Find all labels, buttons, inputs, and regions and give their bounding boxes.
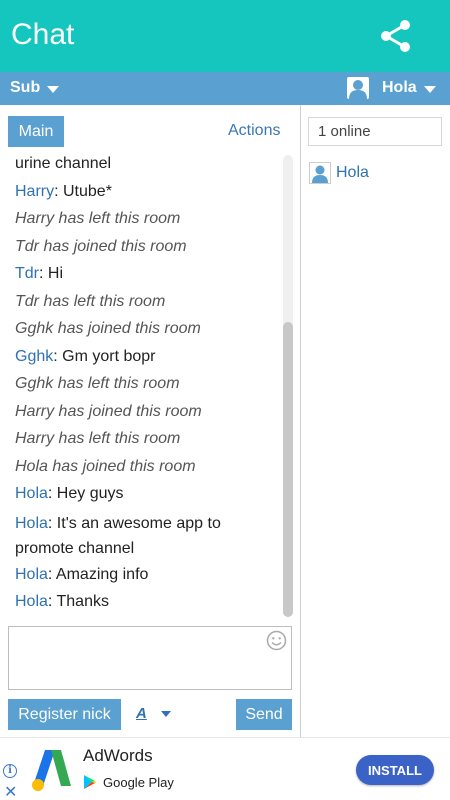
chat-message: Hola: Amazing info xyxy=(15,561,277,589)
user-icon xyxy=(312,165,328,183)
chevron-down-icon xyxy=(160,710,171,717)
app-title: Chat xyxy=(11,18,75,51)
google-play-label: Google Play xyxy=(83,774,174,790)
chevron-down-icon xyxy=(47,85,60,93)
ad-banner[interactable]: i ✕ AdWords Google Play INSTALL xyxy=(0,737,450,800)
message-nick[interactable]: Harry xyxy=(15,183,54,200)
register-nick-button[interactable]: Register nick xyxy=(8,699,121,730)
share-icon[interactable] xyxy=(377,17,415,55)
online-user-name: Hola xyxy=(336,164,369,181)
message-input[interactable] xyxy=(8,626,292,690)
info-icon[interactable]: i xyxy=(3,764,17,778)
avatar xyxy=(309,162,331,184)
scrollbar-thumb[interactable] xyxy=(283,322,293,617)
system-message: Harry has left this room xyxy=(15,430,181,447)
message-text: : Gm yort bopr xyxy=(53,347,156,365)
system-message: Tdr has joined this room xyxy=(15,237,187,255)
message-text: : Amazing info xyxy=(47,565,149,583)
message-nick[interactable]: Hola xyxy=(15,566,48,583)
tab-actions[interactable]: Actions xyxy=(228,122,280,140)
system-message: Gghk has joined this room xyxy=(15,320,201,337)
message-text: : Hey guys xyxy=(47,485,124,502)
tab-main[interactable]: Main xyxy=(8,116,64,147)
user-name: Hola xyxy=(382,79,417,96)
smiley-icon[interactable] xyxy=(266,630,287,651)
message-nick[interactable]: Hola xyxy=(15,593,48,610)
chat-message: Hola: It's an awesome app to promote cha… xyxy=(15,508,277,561)
online-user-item[interactable]: Hola xyxy=(309,162,369,184)
font-icon: A xyxy=(136,705,147,722)
app-bar: Chat xyxy=(0,0,450,72)
chat-message: Gghk: Gm yort bopr xyxy=(15,343,277,371)
ad-store-label: Google Play xyxy=(103,774,174,790)
message-nick[interactable]: Hola xyxy=(15,485,48,502)
chat-message: Harry: Utube* xyxy=(15,178,277,206)
adwords-logo-icon xyxy=(32,750,71,791)
message-nick[interactable]: Gghk xyxy=(15,348,53,365)
message-nick[interactable]: Hola xyxy=(15,515,48,532)
system-message: Harry has joined this room xyxy=(15,402,202,420)
message-nick[interactable]: Tdr xyxy=(15,265,39,282)
room-bar: Sub Hola xyxy=(0,72,450,105)
font-style-button[interactable]: A xyxy=(136,705,171,722)
chat-message: Hola: Thanks xyxy=(15,588,277,615)
send-button[interactable]: Send xyxy=(236,699,292,730)
user-menu[interactable]: Hola xyxy=(347,77,436,99)
chat-message: Hola: Hey guys xyxy=(15,480,277,508)
online-count: 1 online xyxy=(308,117,442,146)
chat-message: Tdr: Hi xyxy=(15,260,277,288)
system-message: Gghk has left this room xyxy=(15,375,180,392)
user-icon xyxy=(349,80,367,99)
chat-message: urine channel xyxy=(15,155,112,172)
message-text: : Thanks xyxy=(47,593,109,610)
chevron-down-icon xyxy=(423,85,436,93)
system-message: Hola has joined this room xyxy=(15,457,196,475)
system-message: Harry has left this room xyxy=(15,210,181,227)
pane-divider xyxy=(300,105,301,737)
system-message: Tdr has left this room xyxy=(15,292,166,310)
room-selector[interactable]: Sub xyxy=(10,79,60,97)
room-name: Sub xyxy=(10,79,41,96)
message-text: : Hi xyxy=(39,265,63,282)
avatar xyxy=(347,77,369,99)
google-play-icon xyxy=(84,775,97,789)
message-list: urine channel Harry: Utube* Harry has left… xyxy=(15,150,277,615)
ad-title: AdWords xyxy=(83,746,153,765)
close-icon[interactable]: ✕ xyxy=(4,782,17,800)
message-text: : Utube* xyxy=(54,182,112,200)
install-button[interactable]: INSTALL xyxy=(356,755,434,785)
